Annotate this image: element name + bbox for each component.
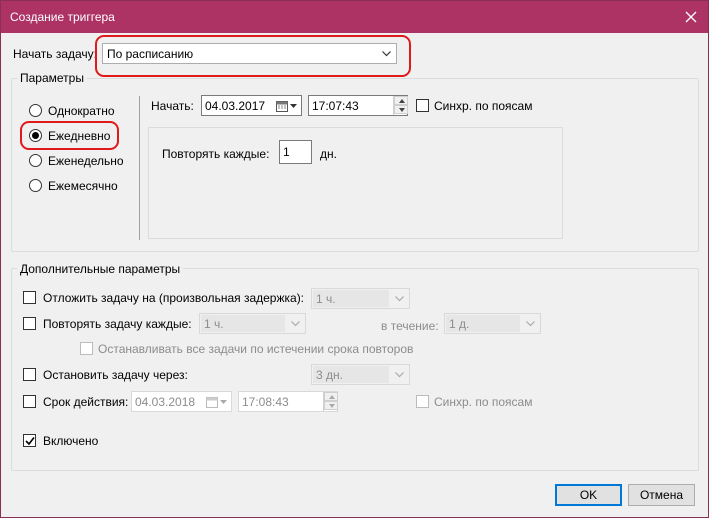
close-button[interactable] bbox=[674, 1, 708, 33]
chevron-down-icon bbox=[395, 372, 404, 378]
radio-monthly[interactable] bbox=[29, 179, 42, 192]
duration-value: 1 д. bbox=[449, 317, 470, 331]
duration-select[interactable]: 1 д. bbox=[444, 313, 541, 334]
expire-time-spinner[interactable] bbox=[323, 392, 338, 411]
create-trigger-dialog: Создание триггера Начать задачу: По расп… bbox=[0, 0, 709, 518]
repeat-every-label: Повторять каждые: bbox=[162, 147, 270, 161]
repeat-every-input[interactable]: 1 bbox=[279, 140, 312, 164]
arrow-down-icon bbox=[329, 404, 335, 408]
start-date-value: 04.03.2017 bbox=[205, 99, 266, 113]
start-time-input[interactable]: 17:07:43 bbox=[308, 95, 408, 116]
enabled-checkbox[interactable] bbox=[23, 434, 36, 447]
expire-sync-checkbox[interactable] bbox=[416, 395, 429, 408]
stop-after-label: Остановить задачу через: bbox=[43, 368, 188, 382]
ok-button[interactable]: OK bbox=[555, 484, 622, 506]
radio-once-label: Однократно bbox=[48, 104, 115, 118]
start-date-picker[interactable]: 04.03.2017 bbox=[201, 95, 302, 116]
close-icon bbox=[685, 11, 697, 23]
chevron-down-icon bbox=[395, 296, 404, 302]
stop-after-select[interactable]: 3 дн. bbox=[311, 364, 410, 385]
advanced-legend: Дополнительные параметры bbox=[17, 262, 184, 276]
chevron-down-icon bbox=[220, 400, 227, 404]
highlight-begin-task bbox=[95, 35, 411, 77]
delay-checkbox[interactable] bbox=[23, 291, 36, 304]
highlight-daily bbox=[20, 121, 119, 150]
start-time-spinner[interactable] bbox=[393, 96, 408, 115]
chevron-down-icon bbox=[526, 321, 535, 327]
start-time-value: 17:07:43 bbox=[312, 99, 359, 113]
repeat-every-value: 1 bbox=[283, 145, 290, 159]
arrow-up-icon bbox=[399, 99, 405, 103]
duration-label: в течение: bbox=[381, 319, 439, 333]
chevron-down-icon bbox=[291, 321, 300, 327]
delay-label: Отложить задачу на (произвольная задержк… bbox=[43, 291, 305, 305]
start-label: Начать: bbox=[151, 99, 194, 113]
expire-sync-label: Синхр. по поясам bbox=[434, 395, 533, 409]
expire-date-picker[interactable]: 04.03.2018 bbox=[131, 391, 232, 412]
repeat-task-label: Повторять задачу каждые: bbox=[43, 317, 192, 331]
expire-label: Срок действия: bbox=[43, 395, 129, 409]
begin-task-label: Начать задачу: bbox=[13, 47, 97, 61]
delay-value: 1 ч. bbox=[316, 292, 336, 306]
spin-up-button[interactable] bbox=[394, 96, 408, 105]
radio-monthly-label: Ежемесячно bbox=[48, 179, 118, 193]
arrow-down-icon bbox=[399, 108, 405, 112]
parameters-legend: Параметры bbox=[17, 71, 87, 85]
arrow-up-icon bbox=[329, 395, 335, 399]
expire-time-value: 17:08:43 bbox=[242, 395, 289, 409]
title-bar: Создание триггера bbox=[1, 1, 708, 33]
repeat-task-value: 1 ч. bbox=[204, 317, 224, 331]
calendar-icon bbox=[206, 397, 218, 408]
recurrence-panel bbox=[148, 127, 563, 239]
expire-checkbox[interactable] bbox=[23, 395, 36, 408]
spin-up-button[interactable] bbox=[324, 392, 338, 401]
enabled-label: Включено bbox=[43, 434, 99, 448]
spin-down-button[interactable] bbox=[394, 105, 408, 114]
cancel-button[interactable]: Отмена bbox=[628, 484, 695, 506]
repeat-every-unit: дн. bbox=[320, 147, 337, 161]
calendar-icon bbox=[276, 101, 288, 112]
expire-time-input[interactable]: 17:08:43 bbox=[238, 391, 338, 412]
separator-line bbox=[139, 96, 140, 240]
checkmark-icon bbox=[25, 437, 35, 446]
stop-after-value: 3 дн. bbox=[316, 368, 343, 382]
repeat-task-checkbox[interactable] bbox=[23, 317, 36, 330]
sync-timezones-label: Синхр. по поясам bbox=[434, 99, 533, 113]
radio-weekly[interactable] bbox=[29, 154, 42, 167]
stop-all-checkbox[interactable] bbox=[80, 342, 93, 355]
spin-down-button[interactable] bbox=[324, 401, 338, 410]
radio-once[interactable] bbox=[29, 104, 42, 117]
radio-weekly-label: Еженедельно bbox=[48, 154, 124, 168]
window-title: Создание триггера bbox=[10, 10, 115, 24]
delay-select[interactable]: 1 ч. bbox=[311, 288, 410, 309]
repeat-task-select[interactable]: 1 ч. bbox=[199, 313, 306, 334]
expire-date-value: 04.03.2018 bbox=[135, 395, 196, 409]
stop-after-checkbox[interactable] bbox=[23, 368, 36, 381]
sync-timezones-checkbox[interactable] bbox=[416, 99, 429, 112]
stop-all-label: Останавливать все задачи по истечении ср… bbox=[98, 342, 414, 356]
chevron-down-icon bbox=[290, 104, 297, 108]
